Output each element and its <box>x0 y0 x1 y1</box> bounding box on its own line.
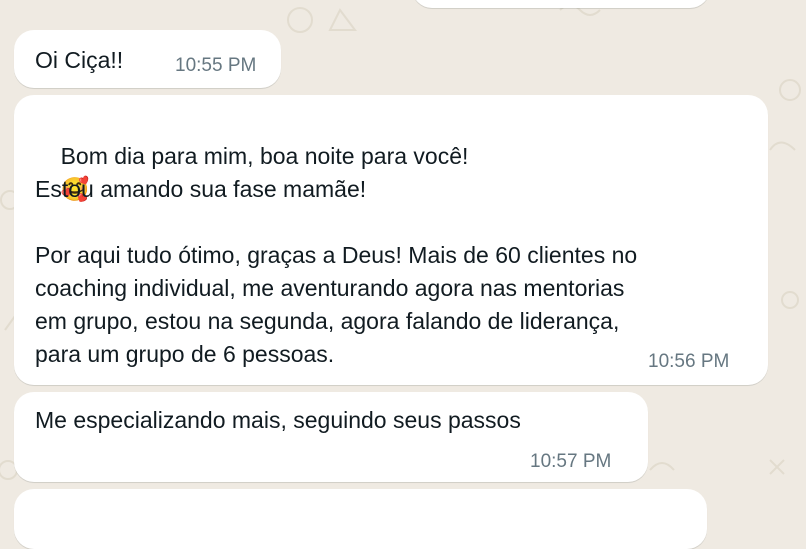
message-timestamp: 10:56 PM <box>648 351 730 372</box>
message-timestamp: 10:55 PM <box>175 55 257 76</box>
message-bubble[interactable]: Oi Ciça!! 10:55 PM <box>14 30 281 88</box>
message-bubble-partial-bottom <box>14 489 707 549</box>
message-bubble[interactable]: Me especializando mais, seguindo seus pa… <box>14 392 648 482</box>
message-timestamp: 10:57 PM <box>530 451 612 472</box>
message-text: Bom dia para mim, boa noite para você! <box>60 143 469 169</box>
message-text: Estou amando sua fase mamãe! <box>35 176 367 202</box>
message-text: Oi Ciça!! <box>35 47 124 73</box>
message-text: Me especializando mais, seguindo seus pa… <box>35 407 521 433</box>
message-bubble[interactable]: Bom dia para mim, boa noite para você! 🥰… <box>14 95 768 385</box>
message-text: Por aqui tudo ótimo, graças a Deus! Mais… <box>35 242 638 367</box>
message-bubble-partial-top <box>412 0 710 8</box>
